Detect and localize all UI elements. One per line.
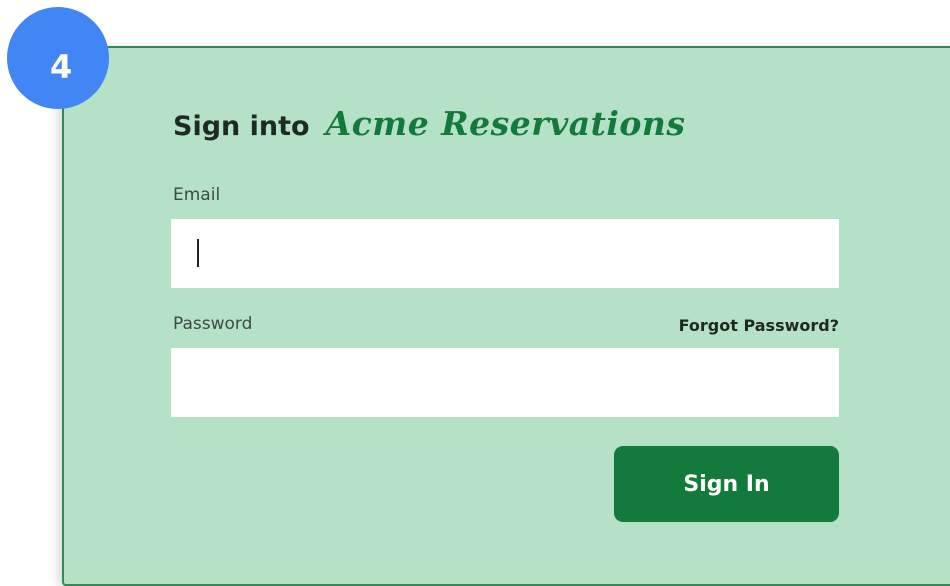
email-label: Email [173, 185, 221, 205]
step-badge: 4 [7, 7, 109, 109]
email-field[interactable] [171, 219, 839, 288]
title-prefix: Sign into [173, 111, 310, 142]
password-label: Password [173, 314, 253, 334]
brand-name: Acme Reservations [325, 104, 686, 143]
text-cursor [197, 239, 199, 267]
sign-in-button[interactable]: Sign In [614, 446, 839, 522]
forgot-password-link[interactable]: Forgot Password? [679, 316, 839, 335]
page-title: Sign into Acme Reservations [173, 104, 686, 154]
password-field[interactable] [171, 348, 839, 417]
